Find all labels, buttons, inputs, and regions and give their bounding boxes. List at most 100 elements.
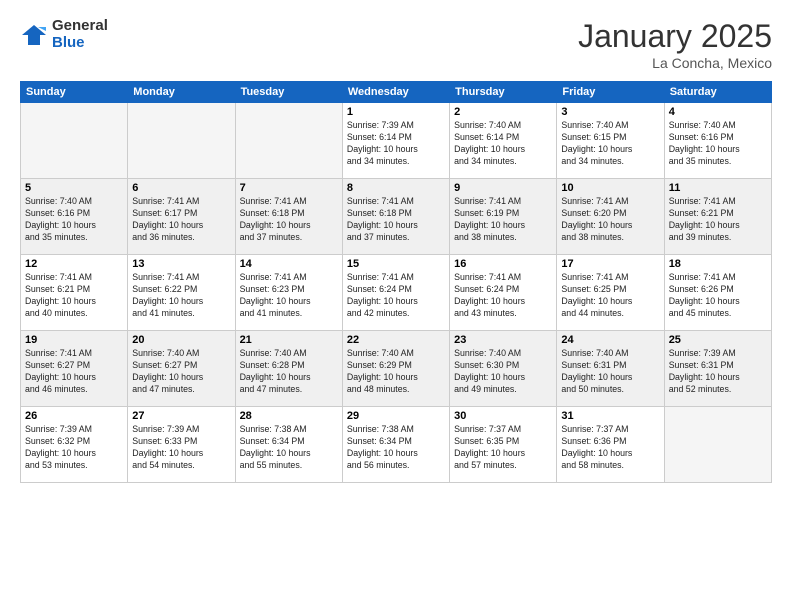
calendar-header-wednesday: Wednesday [342, 82, 449, 103]
day-number: 15 [347, 258, 445, 270]
calendar-cell: 1Sunrise: 7:39 AM Sunset: 6:14 PM Daylig… [342, 103, 449, 179]
calendar-cell: 14 Sunrise: 7:41 AM Sunset: 6:23 PM Dayli… [235, 255, 342, 331]
day-info: Sunrise: 7:40 AM Sunset: 6:16 PM Dayligh… [669, 120, 767, 168]
day-info: Sunrise: 7:40 AM Sunset: 6:30 PM Dayligh… [454, 348, 552, 396]
day-info: Sunrise: 7:41 AM Sunset: 6:24 PM Dayligh… [347, 272, 445, 320]
day-number: 6 [132, 182, 230, 194]
day-info: Sunrise: 7:40 AM Sunset: 6:15 PM Dayligh… [561, 120, 659, 168]
calendar-cell: 25Sunrise: 7:39 AM Sunset: 6:31 PM Dayli… [664, 331, 771, 407]
day-info: Sunrise: 7:40 AM Sunset: 6:27 PM Dayligh… [132, 348, 230, 396]
title-area: January 2025 La Concha, Mexico [578, 18, 772, 71]
logo-blue: Blue [52, 34, 85, 51]
logo-icon [20, 21, 48, 49]
logo-text: General Blue [52, 18, 108, 51]
day-number: 23 [454, 334, 552, 346]
day-info: Sunrise: 7:40 AM Sunset: 6:16 PM Dayligh… [25, 196, 123, 244]
calendar-cell [664, 407, 771, 483]
calendar-header-friday: Friday [557, 82, 664, 103]
day-number: 13 [132, 258, 230, 270]
day-info: Sunrise: 7:41 AM Sunset: 6:19 PM Dayligh… [454, 196, 552, 244]
day-number: 5 [25, 182, 123, 194]
day-number: 22 [347, 334, 445, 346]
day-number: 25 [669, 334, 767, 346]
day-number: 16 [454, 258, 552, 270]
calendar-cell: 10 Sunrise: 7:41 AM Sunset: 6:20 PM Dayli… [557, 179, 664, 255]
calendar-header-sunday: Sunday [21, 82, 128, 103]
day-info: Sunrise: 7:40 AM Sunset: 6:31 PM Dayligh… [561, 348, 659, 396]
page: General Blue January 2025 La Concha, Mex… [0, 0, 792, 612]
day-number: 20 [132, 334, 230, 346]
day-number: 18 [669, 258, 767, 270]
calendar-cell: 19 Sunrise: 7:41 AM Sunset: 6:27 PM Dayli… [21, 331, 128, 407]
calendar-cell: 2Sunrise: 7:40 AM Sunset: 6:14 PM Daylig… [450, 103, 557, 179]
calendar-week-row: 1Sunrise: 7:39 AM Sunset: 6:14 PM Daylig… [21, 103, 772, 179]
day-number: 28 [240, 410, 338, 422]
day-info: Sunrise: 7:41 AM Sunset: 6:20 PM Dayligh… [561, 196, 659, 244]
calendar-header-thursday: Thursday [450, 82, 557, 103]
calendar-cell: 17 Sunrise: 7:41 AM Sunset: 6:25 PM Dayli… [557, 255, 664, 331]
day-info: Sunrise: 7:38 AM Sunset: 6:34 PM Dayligh… [347, 424, 445, 472]
subtitle: La Concha, Mexico [578, 55, 772, 71]
day-number: 19 [25, 334, 123, 346]
day-info: Sunrise: 7:41 AM Sunset: 6:25 PM Dayligh… [561, 272, 659, 320]
calendar-cell: 8 Sunrise: 7:41 AM Sunset: 6:18 PM Daylig… [342, 179, 449, 255]
day-number: 27 [132, 410, 230, 422]
day-number: 29 [347, 410, 445, 422]
calendar-cell: 15 Sunrise: 7:41 AM Sunset: 6:24 PM Dayli… [342, 255, 449, 331]
day-info: Sunrise: 7:39 AM Sunset: 6:32 PM Dayligh… [25, 424, 123, 472]
calendar-cell [235, 103, 342, 179]
calendar-cell: 22Sunrise: 7:40 AM Sunset: 6:29 PM Dayli… [342, 331, 449, 407]
calendar-cell: 9 Sunrise: 7:41 AM Sunset: 6:19 PM Daylig… [450, 179, 557, 255]
calendar-header-monday: Monday [128, 82, 235, 103]
calendar-cell: 20 Sunrise: 7:40 AM Sunset: 6:27 PM Dayli… [128, 331, 235, 407]
calendar-cell: 5 Sunrise: 7:40 AM Sunset: 6:16 PM Daylig… [21, 179, 128, 255]
day-info: Sunrise: 7:41 AM Sunset: 6:23 PM Dayligh… [240, 272, 338, 320]
day-info: Sunrise: 7:37 AM Sunset: 6:35 PM Dayligh… [454, 424, 552, 472]
day-number: 8 [347, 182, 445, 194]
day-number: 24 [561, 334, 659, 346]
day-number: 21 [240, 334, 338, 346]
calendar-cell: 18Sunrise: 7:41 AM Sunset: 6:26 PM Dayli… [664, 255, 771, 331]
day-number: 11 [669, 182, 767, 194]
logo-general: General [52, 17, 108, 34]
calendar-cell: 7 Sunrise: 7:41 AM Sunset: 6:18 PM Daylig… [235, 179, 342, 255]
calendar-cell: 26Sunrise: 7:39 AM Sunset: 6:32 PM Dayli… [21, 407, 128, 483]
calendar-cell: 16 Sunrise: 7:41 AM Sunset: 6:24 PM Dayli… [450, 255, 557, 331]
calendar-cell: 21 Sunrise: 7:40 AM Sunset: 6:28 PM Dayli… [235, 331, 342, 407]
day-info: Sunrise: 7:41 AM Sunset: 6:22 PM Dayligh… [132, 272, 230, 320]
header: General Blue January 2025 La Concha, Mex… [20, 18, 772, 71]
calendar-week-row: 12Sunrise: 7:41 AM Sunset: 6:21 PM Dayli… [21, 255, 772, 331]
calendar-header-tuesday: Tuesday [235, 82, 342, 103]
calendar-cell: 23 Sunrise: 7:40 AM Sunset: 6:30 PM Dayli… [450, 331, 557, 407]
calendar-cell [21, 103, 128, 179]
day-info: Sunrise: 7:40 AM Sunset: 6:28 PM Dayligh… [240, 348, 338, 396]
calendar-cell: 24 Sunrise: 7:40 AM Sunset: 6:31 PM Dayli… [557, 331, 664, 407]
day-info: Sunrise: 7:41 AM Sunset: 6:17 PM Dayligh… [132, 196, 230, 244]
day-number: 17 [561, 258, 659, 270]
calendar: SundayMondayTuesdayWednesdayThursdayFrid… [20, 81, 772, 483]
calendar-cell: 3 Sunrise: 7:40 AM Sunset: 6:15 PM Daylig… [557, 103, 664, 179]
calendar-cell [128, 103, 235, 179]
day-info: Sunrise: 7:40 AM Sunset: 6:14 PM Dayligh… [454, 120, 552, 168]
calendar-header-saturday: Saturday [664, 82, 771, 103]
day-number: 3 [561, 106, 659, 118]
day-info: Sunrise: 7:41 AM Sunset: 6:27 PM Dayligh… [25, 348, 123, 396]
day-number: 14 [240, 258, 338, 270]
day-info: Sunrise: 7:41 AM Sunset: 6:18 PM Dayligh… [240, 196, 338, 244]
calendar-cell: 29 Sunrise: 7:38 AM Sunset: 6:34 PM Dayli… [342, 407, 449, 483]
calendar-cell: 30Sunrise: 7:37 AM Sunset: 6:35 PM Dayli… [450, 407, 557, 483]
calendar-week-row: 26Sunrise: 7:39 AM Sunset: 6:32 PM Dayli… [21, 407, 772, 483]
day-number: 12 [25, 258, 123, 270]
day-number: 10 [561, 182, 659, 194]
calendar-cell: 27Sunrise: 7:39 AM Sunset: 6:33 PM Dayli… [128, 407, 235, 483]
day-number: 7 [240, 182, 338, 194]
month-title: January 2025 [578, 18, 772, 55]
day-info: Sunrise: 7:37 AM Sunset: 6:36 PM Dayligh… [561, 424, 659, 472]
day-info: Sunrise: 7:41 AM Sunset: 6:18 PM Dayligh… [347, 196, 445, 244]
calendar-cell: 11Sunrise: 7:41 AM Sunset: 6:21 PM Dayli… [664, 179, 771, 255]
day-info: Sunrise: 7:41 AM Sunset: 6:24 PM Dayligh… [454, 272, 552, 320]
calendar-header-row: SundayMondayTuesdayWednesdayThursdayFrid… [21, 82, 772, 103]
calendar-cell: 12Sunrise: 7:41 AM Sunset: 6:21 PM Dayli… [21, 255, 128, 331]
day-number: 9 [454, 182, 552, 194]
day-number: 1 [347, 106, 445, 118]
